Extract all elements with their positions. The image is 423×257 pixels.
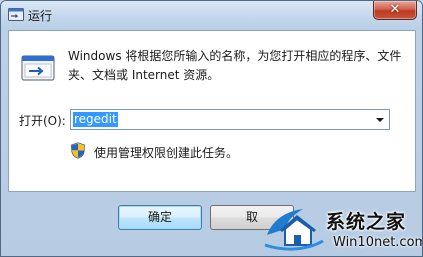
open-input[interactable]: regedit <box>74 112 117 127</box>
dialog-description: Windows 将根据您所输入的名称，为您打开相应的程序、文件夹、文档或 Int… <box>68 49 402 82</box>
run-icon <box>8 8 24 21</box>
open-combobox[interactable]: regedit <box>70 109 390 130</box>
title-bar[interactable]: 运行 ✕ <box>1 1 422 30</box>
close-icon: ✕ <box>389 2 401 17</box>
open-label: 打开(O): <box>19 114 66 128</box>
admin-privilege-note: 使用管理权限创建此任务。 <box>94 146 239 160</box>
run-window-icon <box>21 55 55 81</box>
cancel-button[interactable]: 取 <box>210 205 294 230</box>
uac-shield-icon <box>70 142 86 159</box>
chevron-down-icon[interactable] <box>371 110 389 129</box>
dialog-body: Windows 将根据您所输入的名称，为您打开相应的程序、文件夹、文档或 Int… <box>8 30 416 192</box>
watermark-url: Win10net.com <box>333 235 423 250</box>
ok-button[interactable]: 确定 <box>118 205 202 230</box>
close-button[interactable]: ✕ <box>373 1 417 20</box>
window-title: 运行 <box>28 9 53 23</box>
watermark-title: 系统之家 <box>326 211 407 233</box>
run-dialog-window: 运行 ✕ Windows 将根据您所输入的名称，为您打开相应的程序、文件夹、文档… <box>0 0 423 257</box>
